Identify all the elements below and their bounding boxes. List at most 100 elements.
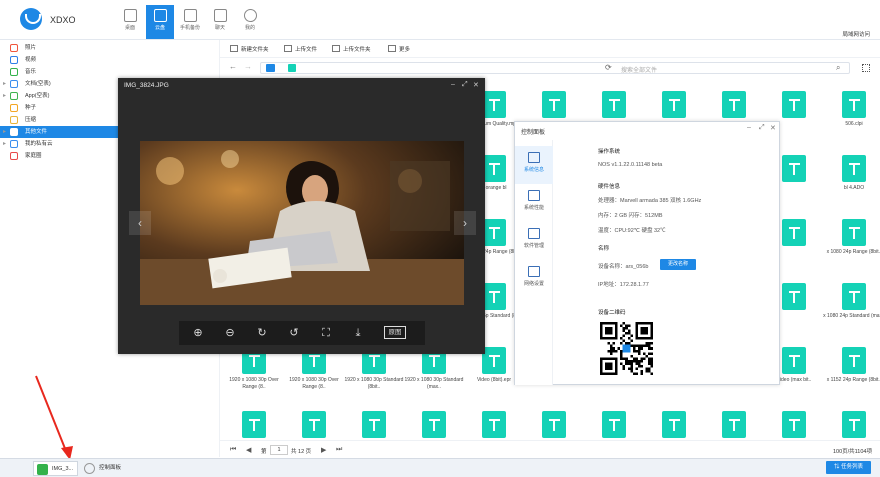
file-icon — [602, 91, 626, 118]
file-item[interactable] — [648, 403, 700, 438]
search-input[interactable]: 搜索全部文件 — [621, 65, 657, 74]
mem-value: 内存：2 GB 闪存：512MB — [598, 213, 663, 219]
document-icon — [10, 80, 18, 88]
upload-folder-button[interactable]: 上传文件夹 — [332, 45, 371, 53]
video-icon — [10, 56, 18, 64]
sidebar-item[interactable]: 照片 — [0, 42, 220, 54]
desktop-icon — [123, 9, 137, 22]
file-name: x 1152 24p Range (8bit.. — [826, 377, 880, 383]
file-icon — [482, 347, 506, 374]
forward-icon[interactable]: → — [244, 62, 252, 71]
new-folder-button[interactable]: 新建文件夹 — [230, 45, 269, 53]
grid-view-icon[interactable] — [862, 64, 870, 72]
file-item[interactable] — [768, 403, 820, 438]
panel-close-icon[interactable]: ✕ — [770, 124, 776, 132]
rotate-left-icon[interactable]: ↺ — [287, 326, 301, 340]
rotate-right-icon[interactable]: ↻ — [255, 326, 269, 340]
file-item[interactable] — [228, 403, 280, 438]
file-item[interactable] — [408, 403, 460, 438]
viewer-title: IMG_3824.JPG — [124, 82, 169, 89]
panel-restore-icon[interactable]: ⤢ — [759, 124, 765, 132]
monitor-icon — [528, 152, 540, 163]
expand-caret-icon[interactable]: ▸ — [3, 126, 6, 138]
more-button[interactable]: 更多 — [388, 45, 410, 53]
file-icon — [602, 411, 626, 438]
upload-file-button[interactable]: 上传文件 — [284, 45, 317, 53]
chat-icon — [213, 9, 227, 22]
tab-performance[interactable]: 系统性能 — [515, 184, 553, 222]
last-page-icon[interactable]: ⏭ — [336, 446, 342, 454]
nav-desktop[interactable]: 桌面 — [116, 5, 144, 39]
tab-system-info[interactable]: 系统信息 — [515, 146, 553, 184]
file-icon — [482, 91, 506, 118]
file-item[interactable] — [828, 403, 880, 438]
page-label: 第 — [261, 449, 267, 455]
file-item[interactable]: 506.clpi — [828, 83, 880, 135]
os-value: NOS v1.1.22.0.11148 beta — [598, 162, 663, 168]
expand-caret-icon[interactable]: ▸ — [3, 138, 6, 150]
rename-button[interactable]: 更改名称 — [660, 259, 696, 270]
download-icon[interactable]: ⤓ — [351, 326, 365, 340]
search-icon[interactable]: ⌕ — [836, 63, 840, 73]
file-icon — [482, 219, 506, 246]
more-icon — [388, 45, 396, 52]
panel-minimize-icon[interactable]: – — [747, 124, 751, 131]
home-icon[interactable] — [266, 64, 275, 72]
nav-me[interactable]: 我的 — [236, 5, 264, 39]
task-control-panel[interactable]: 控制面板 — [81, 461, 131, 476]
panel-sidebar: 系统信息 系统性能 软件管理 网络设置 — [515, 140, 553, 385]
sidebar-item-label: 文档(空表) — [25, 81, 51, 87]
file-item[interactable]: x 1152 24p Range (8bit.. — [827, 339, 880, 391]
sidebar-item[interactable]: 音乐 — [0, 66, 220, 78]
restore-icon[interactable]: ⤢ — [462, 81, 468, 89]
fit-screen-icon[interactable]: ⛶ — [319, 326, 333, 340]
path-input[interactable]: ⟳ 搜索全部文件 ⌕ — [260, 62, 850, 74]
page-input[interactable]: 1 — [270, 445, 288, 455]
file-item[interactable] — [468, 403, 520, 438]
close-icon[interactable]: ✕ — [473, 81, 479, 89]
file-name: x 1080 24p Range (8bit.. — [826, 249, 880, 255]
nav-cloud[interactable]: 云盘 — [146, 5, 174, 39]
file-item[interactable]: x 1080 24p Range (8bit.. — [827, 211, 880, 263]
archive-icon — [10, 116, 18, 124]
nav-chat[interactable]: 聊天 — [206, 5, 234, 39]
qr-label: 设备二维码 — [598, 310, 626, 316]
file-icon — [782, 411, 806, 438]
file-item[interactable] — [588, 403, 640, 438]
original-size-button[interactable]: 原图 — [384, 326, 406, 339]
file-icon — [842, 411, 866, 438]
refresh-icon[interactable]: ⟳ — [605, 63, 612, 72]
name-label: 名称 — [598, 246, 610, 252]
prev-image-icon[interactable]: ‹ — [129, 211, 151, 235]
minimize-icon[interactable]: – — [451, 81, 455, 88]
expand-caret-icon[interactable]: ▸ — [3, 90, 6, 102]
tab-network[interactable]: 网络设置 — [515, 260, 553, 298]
file-item[interactable] — [528, 403, 580, 438]
file-item[interactable] — [288, 403, 340, 438]
sidebar-item-label: 其他文件 — [25, 129, 48, 135]
first-page-icon[interactable]: ⏮ — [230, 446, 236, 454]
file-item[interactable] — [348, 403, 400, 438]
task-image-viewer[interactable]: IMG_3... — [33, 461, 78, 476]
back-icon[interactable]: ← — [229, 62, 237, 71]
cpu-value: 处理器：Marvell armada 385 双核 1.6GHz — [598, 198, 702, 204]
file-item[interactable]: bl 4.ADO — [828, 147, 880, 199]
file-item[interactable] — [708, 403, 760, 438]
task-list-button[interactable]: ⇅ 任务列表 — [826, 461, 871, 474]
next-image-icon[interactable]: › — [454, 211, 476, 235]
tab-software[interactable]: 软件管理 — [515, 222, 553, 260]
ip-value: IP地址：172.28.1.77 — [598, 282, 649, 288]
file-icon — [782, 283, 806, 310]
zoom-in-icon[interactable]: ⊕ — [191, 326, 205, 340]
file-icon — [842, 155, 866, 182]
music-icon — [10, 68, 18, 76]
nav-phone-backup[interactable]: 手机备份 — [176, 5, 204, 39]
expand-caret-icon[interactable]: ▸ — [3, 78, 6, 90]
file-item[interactable]: x 1080 24p Standard (max.. — [823, 275, 880, 327]
folder-crumb-icon[interactable] — [288, 64, 296, 72]
sidebar-item[interactable]: 视频 — [0, 54, 220, 66]
prev-page-icon[interactable]: ◀ — [246, 446, 251, 454]
zoom-out-icon[interactable]: ⊖ — [223, 326, 237, 340]
pager: ⏮ ◀ 第 1 共 12 页 ▶ ⏭ 100页/共1104项 — [220, 440, 880, 458]
next-page-icon[interactable]: ▶ — [321, 446, 326, 454]
